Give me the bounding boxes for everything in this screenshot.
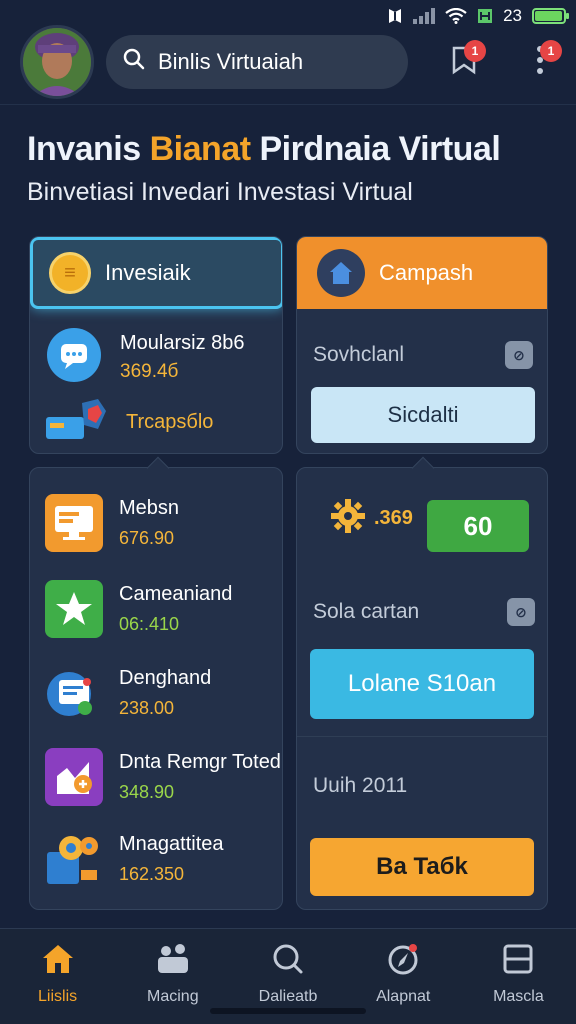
- document-icon: [45, 664, 103, 722]
- home-icon: [41, 943, 75, 980]
- invest-item-1-value: 369.4б: [120, 361, 179, 382]
- notification-badge: 1: [464, 40, 486, 62]
- home-indicator[interactable]: [210, 1008, 366, 1014]
- list-item-label: Mnagattitea: [119, 833, 224, 855]
- invest-item-1[interactable]: Moularsiz 8b6 369.4б: [46, 327, 245, 388]
- invest-card: ≡ Invesiaik Moularsiz 8b6 369.4б Trcapsб…: [29, 236, 283, 454]
- loan-button[interactable]: Lolane S10an: [310, 649, 534, 719]
- card-notch: [146, 456, 170, 480]
- invest-item-2-label: Trcapsбlo: [126, 411, 214, 433]
- group-icon: [156, 943, 190, 980]
- score-row: .369: [330, 498, 413, 539]
- list-item-label: Denghand: [119, 667, 212, 689]
- top-bar: Binlis Virtuaiah 1 1: [0, 20, 576, 104]
- campaign-info-row: Sovhclanl ⊘: [313, 341, 533, 369]
- nav-label: Alapnat: [376, 988, 431, 1005]
- home-badge-icon: [317, 249, 365, 297]
- list-item-label: Mebsn: [119, 497, 180, 519]
- nav-item-home[interactable]: Liislis: [0, 929, 115, 1024]
- list-item-label: Dnta Remgr Toted: [119, 751, 281, 773]
- title-part-2: Pirdnaia Virtual: [259, 130, 501, 168]
- list-item-value: 676.90: [119, 528, 175, 548]
- gears-icon: [45, 830, 103, 888]
- menu-badge: 1: [540, 40, 562, 62]
- title-part-1: Invanis: [27, 130, 141, 168]
- search-value: Binlis Virtuaiah: [158, 49, 304, 74]
- list-item[interactable]: Denghand 238.00: [45, 664, 211, 722]
- bottom-nav: Liislis Macing Dalieatb Alapnat Mascla: [0, 928, 576, 1024]
- list-item-value: 348.90: [119, 782, 175, 802]
- search-icon: [122, 47, 146, 77]
- nav-label: Dalieatb: [258, 988, 318, 1005]
- tab-invest-label: Invesiaik: [105, 260, 191, 285]
- avatar[interactable]: [20, 25, 94, 99]
- invest-item-2[interactable]: Trcapsбlo: [46, 397, 213, 448]
- primary-action-button[interactable]: Ba Taбk: [310, 838, 534, 896]
- menu-button[interactable]: 1: [518, 40, 562, 84]
- invest-item-1-label: Moularsiz 8b6: [120, 332, 245, 354]
- list-item[interactable]: Mebsn 676.90: [45, 494, 179, 552]
- nav-item-window[interactable]: Mascla: [461, 929, 576, 1024]
- nav-label: Macing: [147, 988, 199, 1005]
- score-button[interactable]: 60: [427, 500, 529, 552]
- tab-campaign[interactable]: Campash: [297, 237, 547, 309]
- page-subtitle: Binvetiasi Invedari Investasi Virtual: [27, 178, 413, 206]
- list-item-label: Cameaniand: [119, 583, 233, 605]
- campaign-text: Sovhclanl: [313, 343, 405, 366]
- list-item[interactable]: Dnta Remgr Toted 348.90: [45, 748, 281, 806]
- monitor-icon: [45, 494, 103, 552]
- gear-icon: [330, 498, 366, 539]
- chart-up-icon: [45, 748, 103, 806]
- link-icon[interactable]: ⊘: [505, 341, 533, 369]
- nav-label: Liislis: [38, 988, 78, 1005]
- list-item-value: 06:.410: [119, 614, 180, 634]
- campaign-card: Campash Sovhclanl ⊘ Sicdalti: [296, 236, 548, 454]
- search-icon: [271, 943, 305, 980]
- list-item[interactable]: Mnagattitea 162.350: [45, 830, 224, 888]
- nav-label: Mascla: [493, 988, 544, 1005]
- shield-card-icon: [46, 397, 108, 448]
- chat-bubble-icon: [46, 327, 102, 388]
- tab-campaign-label: Campash: [379, 260, 474, 285]
- star-tile-icon: [45, 580, 103, 638]
- date-row: Uuih 2011: [313, 774, 535, 798]
- window-icon: [501, 943, 535, 980]
- list-item[interactable]: Cameaniand 06:.410: [45, 580, 232, 638]
- score-value: .369: [374, 507, 413, 529]
- coin-icon: ≡: [49, 252, 91, 294]
- solar-text: Sola cartan: [313, 600, 420, 623]
- header-divider: [0, 104, 576, 105]
- solar-row: Sola cartan ⊘: [313, 598, 535, 626]
- notifications-button[interactable]: 1: [442, 40, 486, 84]
- page-title: Invanis Bianat Pirdnaia Virtual: [27, 130, 557, 169]
- tab-invest[interactable]: ≡ Invesiaik: [30, 237, 282, 309]
- list-item-value: 162.350: [119, 864, 185, 884]
- date-text: Uuih 2011: [313, 774, 408, 797]
- search-input[interactable]: Binlis Virtuaiah: [106, 35, 408, 89]
- campaign-button[interactable]: Sicdalti: [311, 387, 535, 443]
- compass-icon: [386, 943, 420, 980]
- list-item-value: 238.00: [119, 698, 175, 718]
- section-divider: [297, 736, 547, 737]
- card-notch: [411, 456, 435, 480]
- link-icon[interactable]: ⊘: [507, 598, 535, 626]
- title-accent: Bianat: [149, 130, 251, 168]
